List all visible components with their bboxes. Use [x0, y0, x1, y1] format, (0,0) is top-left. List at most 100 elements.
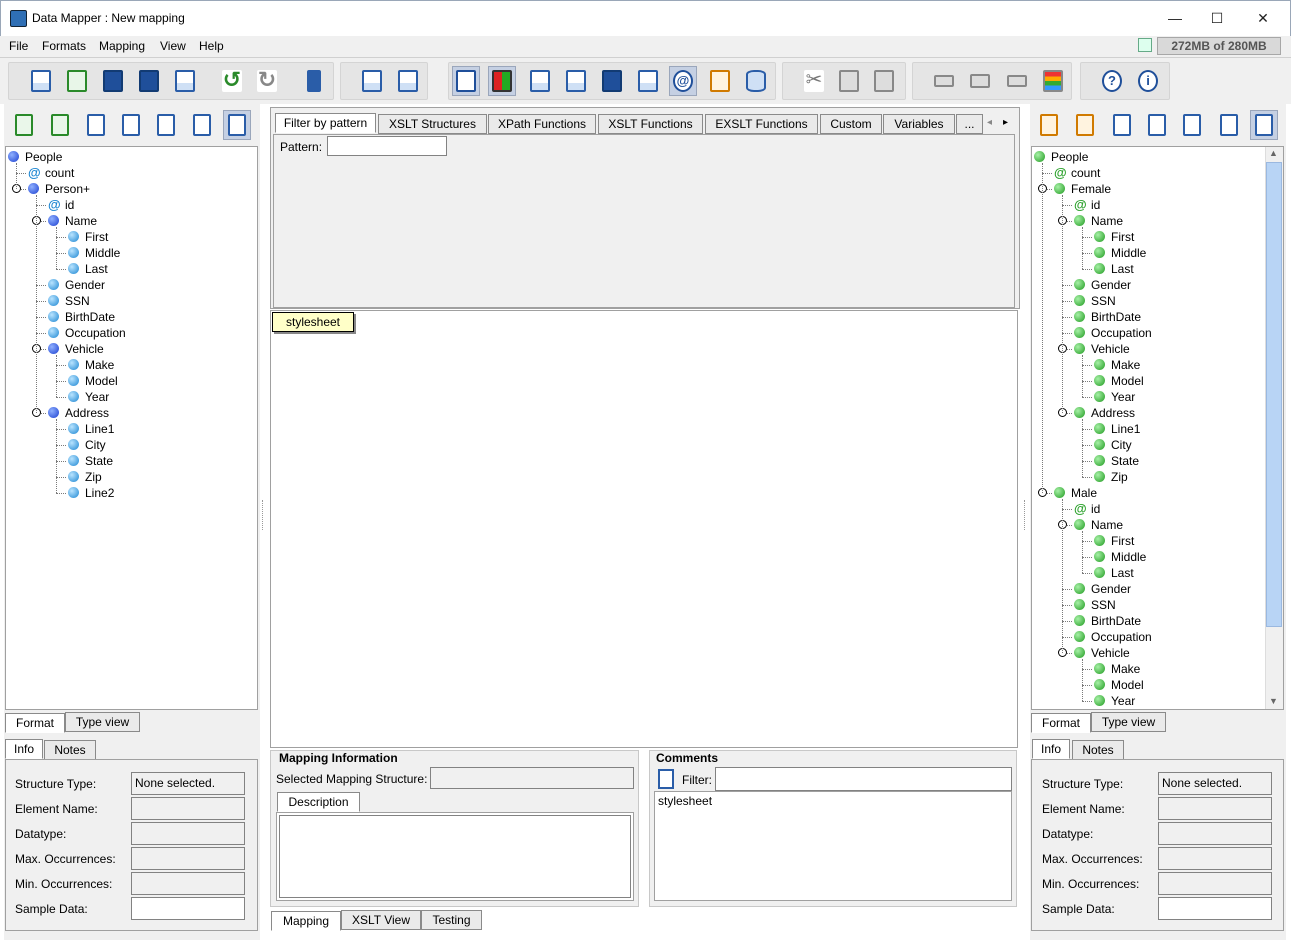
list-button[interactable]: [634, 66, 662, 96]
target-tree-view-button[interactable]: [1250, 110, 1278, 140]
source-tree-node[interactable]: Address: [48, 405, 109, 421]
target-tree-node[interactable]: Line1: [1094, 421, 1140, 437]
source-tree-node[interactable]: BirthDate: [48, 309, 115, 325]
tab-xslt-functions[interactable]: XSLT Functions: [598, 114, 703, 134]
target-tree-node[interactable]: First: [1094, 533, 1134, 549]
tab-more[interactable]: ...: [956, 114, 983, 134]
save-as-button[interactable]: [135, 66, 163, 96]
comment-note-icon[interactable]: [658, 769, 674, 789]
tab-xslt-view[interactable]: XSLT View: [341, 910, 421, 930]
target-tree-node[interactable]: Last: [1094, 565, 1134, 581]
source-tree-node[interactable]: Model: [68, 373, 118, 389]
source-list-button[interactable]: [117, 110, 145, 140]
target-tree-node[interactable]: Gender: [1074, 277, 1131, 293]
tab-xpath-functions[interactable]: XPath Functions: [488, 114, 596, 134]
tab-exslt-functions[interactable]: EXSLT Functions: [705, 114, 818, 134]
tab-target-info[interactable]: Info: [1032, 739, 1070, 759]
target-tree-node[interactable]: State: [1094, 453, 1139, 469]
target-tree-node[interactable]: City: [1094, 437, 1132, 453]
pattern-input[interactable]: [327, 136, 447, 156]
close-button[interactable]: ✕: [1243, 6, 1283, 30]
tab-source-notes[interactable]: Notes: [44, 740, 96, 760]
target-tree-node[interactable]: Occupation: [1074, 325, 1152, 341]
target-tree-node[interactable]: Middle: [1094, 245, 1146, 261]
target-tree-node[interactable]: Address: [1074, 405, 1135, 421]
source-tree-node[interactable]: City: [68, 437, 106, 453]
menu-view[interactable]: View: [160, 39, 186, 53]
maximize-button[interactable]: ☐: [1197, 6, 1237, 30]
source-tools-button[interactable]: [46, 110, 74, 140]
target-tree-node[interactable]: Gender: [1074, 581, 1131, 597]
stylesheet-node[interactable]: stylesheet: [272, 312, 354, 332]
move-down-button[interactable]: [1003, 66, 1031, 96]
structure-settings-button[interactable]: [394, 66, 422, 96]
target-tree-node[interactable]: Year: [1094, 389, 1135, 405]
menu-mapping[interactable]: Mapping: [99, 39, 145, 53]
source-tree-view-button[interactable]: [223, 110, 251, 140]
target-sample-field[interactable]: [1158, 897, 1272, 920]
target-tree-node[interactable]: Model: [1094, 373, 1144, 389]
target-tree-node[interactable]: BirthDate: [1074, 613, 1141, 629]
source-tree-node[interactable]: Last: [68, 261, 108, 277]
minimize-button[interactable]: —: [1155, 6, 1195, 30]
format-list-button[interactable]: [526, 66, 554, 96]
comments-filter-input[interactable]: [715, 767, 1012, 791]
garbage-collect-icon[interactable]: [1138, 38, 1152, 52]
source-tree-node[interactable]: @ count: [28, 165, 74, 181]
target-tree-node[interactable]: Occupation: [1074, 629, 1152, 645]
source-tree-node[interactable]: Occupation: [48, 325, 126, 341]
tab-source-info[interactable]: Info: [5, 739, 43, 759]
paste-button[interactable]: [870, 66, 898, 96]
source-tree-node[interactable]: Middle: [68, 245, 120, 261]
database-button[interactable]: [742, 66, 770, 96]
tab-target-notes[interactable]: Notes: [1072, 740, 1124, 760]
tab-testing[interactable]: Testing: [421, 910, 482, 930]
tab-custom[interactable]: Custom: [820, 114, 882, 134]
tab-variables[interactable]: Variables: [883, 114, 955, 134]
source-tree-node[interactable]: First: [68, 229, 108, 245]
tab-scroll-left-icon[interactable]: ◂: [987, 117, 992, 128]
target-preview-button[interactable]: [1178, 110, 1206, 140]
scroll-up-icon[interactable]: ▲: [1269, 148, 1278, 158]
source-tree-node[interactable]: Line1: [68, 421, 114, 437]
source-tree-node[interactable]: State: [68, 453, 113, 469]
add-structure-button[interactable]: [358, 66, 386, 96]
target-tree-node[interactable]: Zip: [1094, 469, 1128, 485]
source-properties-button[interactable]: [82, 110, 110, 140]
source-tree-node[interactable]: Person+: [28, 181, 90, 197]
target-tree-node[interactable]: First: [1094, 229, 1134, 245]
tab-description[interactable]: Description: [277, 792, 360, 812]
target-list-button[interactable]: [1143, 110, 1171, 140]
target-tree-node[interactable]: @ id: [1074, 197, 1100, 213]
tab-filter-by-pattern[interactable]: Filter by pattern: [275, 113, 376, 133]
description-area[interactable]: [276, 812, 634, 901]
target-tree-node[interactable]: SSN: [1074, 597, 1116, 613]
help-button[interactable]: ?: [1098, 66, 1126, 96]
target-tree-node[interactable]: Male: [1054, 485, 1097, 501]
exit-button[interactable]: [300, 66, 328, 96]
new-mapping-button[interactable]: [27, 66, 55, 96]
scrollbar-thumb[interactable]: [1266, 162, 1282, 627]
target-tree-node[interactable]: Make: [1094, 661, 1140, 677]
target-properties-button[interactable]: [1108, 110, 1136, 140]
tab-target-type-view[interactable]: Type view: [1091, 712, 1166, 732]
tab-target-format[interactable]: Format: [1031, 713, 1091, 733]
source-tree-node[interactable]: Year: [68, 389, 109, 405]
tab-mapping[interactable]: Mapping: [271, 911, 341, 931]
redo-button[interactable]: ↻: [253, 66, 281, 96]
source-tree-node[interactable]: SSN: [48, 293, 90, 309]
target-edit-button[interactable]: [1215, 110, 1243, 140]
source-tree-node[interactable]: Gender: [48, 277, 105, 293]
tab-xslt-structures[interactable]: XSLT Structures: [378, 114, 487, 134]
menu-file[interactable]: File: [9, 39, 28, 53]
table-button[interactable]: [706, 66, 734, 96]
source-tree-node[interactable]: Zip: [68, 469, 102, 485]
color-bars-button[interactable]: [1039, 66, 1067, 96]
source-sample-field[interactable]: [131, 897, 245, 920]
align-center-button[interactable]: [966, 66, 994, 96]
tab-source-type-view[interactable]: Type view: [65, 712, 140, 732]
source-tree-node[interactable]: Make: [68, 357, 114, 373]
source-tree-node[interactable]: @ id: [48, 197, 74, 213]
about-button[interactable]: i: [1134, 66, 1162, 96]
show-info-button[interactable]: [452, 66, 480, 96]
